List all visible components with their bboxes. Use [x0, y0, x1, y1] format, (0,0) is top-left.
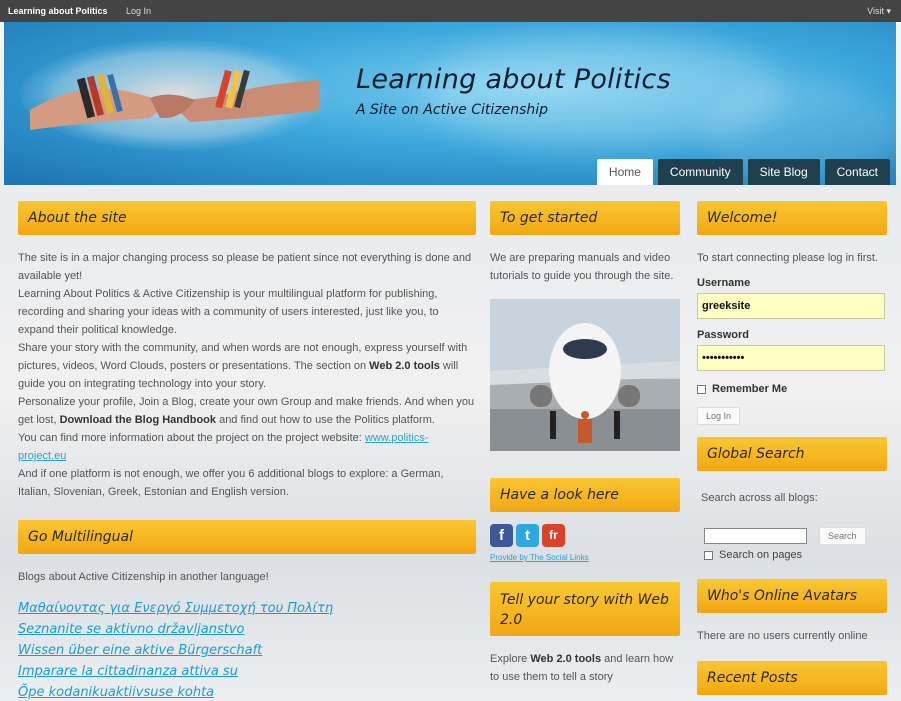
multilingual-title: Go Multilingual [18, 520, 476, 554]
about-paragraph: You can find more information about the … [18, 432, 429, 462]
about-paragraph: Learning About Politics & Active Citizen… [18, 288, 439, 336]
welcome-body: To start connecting please log in first. [697, 252, 878, 264]
recent-posts-title: Recent Posts [697, 661, 887, 695]
about-paragraph: And if one platform is not enough, we of… [18, 468, 444, 498]
middle-column: To get started We are preparing manuals … [490, 201, 680, 686]
site-title[interactable]: Learning about Politics [356, 64, 671, 95]
search-input[interactable] [704, 528, 807, 544]
site-tagline: A Site on Active Citizenship [356, 102, 549, 118]
language-link-greek[interactable]: Μαθαίνοντας για Ενεργό Συμμετοχή του Πολ… [18, 598, 476, 619]
global-search-desc: Search across all blogs: [701, 492, 818, 504]
search-button[interactable]: Search [819, 527, 866, 545]
username-label: Username [697, 277, 751, 289]
facebook-icon[interactable]: f [490, 524, 513, 547]
get-started-body: We are preparing manuals and video tutor… [490, 252, 674, 282]
social-links-credit-link[interactable]: Provide by The Social Links [490, 553, 680, 562]
about-body: The site is in a major changing process … [18, 249, 476, 501]
nav-tab-contact[interactable]: Contact [824, 159, 890, 185]
about-paragraph: Share your story with the community, and… [18, 342, 468, 390]
admin-bar-login-link[interactable]: Log In [126, 0, 151, 22]
get-started-title: To get started [490, 201, 680, 235]
main-column: About the site The site is in a major ch… [18, 201, 476, 701]
multilingual-intro: Blogs about Active Citizenship in anothe… [18, 571, 269, 583]
username-input[interactable]: greeksite [697, 293, 885, 319]
admin-bar-visit-menu[interactable]: Visit ▾ [867, 0, 891, 22]
search-pages-row: Search on pages [704, 549, 887, 561]
nav-tab-site-blog[interactable]: Site Blog [747, 159, 820, 185]
nav-tab-community[interactable]: Community [657, 159, 743, 185]
remember-me-label: Remember Me [712, 383, 788, 395]
have-a-look-title: Have a look here [490, 478, 680, 512]
global-search-title: Global Search [697, 437, 887, 471]
remember-me-row: Remember Me [697, 383, 887, 395]
social-icons: f t fr [490, 524, 680, 547]
search-pages-label: Search on pages [719, 549, 803, 561]
site-header: Learning about Politics A Site on Active… [4, 22, 896, 185]
web20-tools-text: Web 2.0 tools [369, 360, 440, 372]
whos-online-body: There are no users currently online [697, 630, 868, 642]
language-link-slovenian[interactable]: Seznanite se aktivno državljanstvo [18, 619, 476, 640]
about-title: About the site [18, 201, 476, 235]
sidebar: Welcome! To start connecting please log … [697, 201, 887, 695]
tell-story-title: Tell your story with Web 2.0 [490, 582, 680, 636]
main-nav: Home Community Site Blog Contact [596, 159, 890, 185]
global-search-row: Search [704, 527, 887, 545]
search-pages-checkbox[interactable] [704, 550, 713, 560]
admin-bar: Learning about Politics Log In Visit ▾ [0, 0, 901, 22]
language-link-italian[interactable]: Imparare la cittadinanza attiva su [18, 661, 476, 682]
twitter-icon[interactable]: t [516, 524, 539, 547]
welcome-title: Welcome! [697, 201, 887, 235]
about-paragraph: Personalize your profile, Join a Blog, c… [18, 396, 475, 426]
friendfeed-icon[interactable]: fr [542, 524, 565, 547]
handshake-image [20, 40, 330, 150]
password-label: Password [697, 329, 749, 341]
web20-tools-text[interactable]: Web 2.0 tools [530, 653, 601, 665]
language-links: Μαθαίνοντας για Ενεργό Συμμετοχή του Πολ… [18, 598, 476, 701]
blog-handbook-text: Download the Blog Handbook [59, 414, 217, 426]
airplane-image[interactable] [490, 299, 680, 451]
remember-me-checkbox[interactable] [697, 384, 706, 394]
password-input[interactable]: ••••••••••• [697, 345, 885, 371]
language-link-estonian[interactable]: Õpe kodanikuaktiivsuse kohta [18, 682, 476, 701]
whos-online-title: Who's Online Avatars [697, 579, 887, 613]
tell-story-body: Explore Web 2.0 tools and learn how to u… [490, 653, 674, 683]
nav-tab-home[interactable]: Home [596, 159, 653, 185]
about-paragraph: The site is in a major changing process … [18, 252, 472, 282]
login-button[interactable]: Log In [697, 407, 741, 425]
admin-bar-site-link[interactable]: Learning about Politics [8, 0, 108, 22]
language-link-german[interactable]: Wissen über eine aktive Bürgerschaft [18, 640, 476, 661]
